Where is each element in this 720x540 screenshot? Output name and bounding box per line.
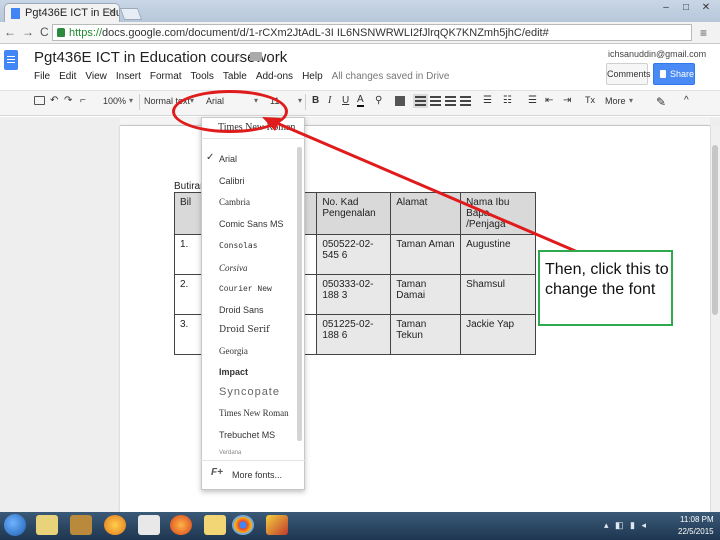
firefox-icon[interactable] [170, 515, 192, 535]
instruction-callout: Then, click this to change the font [538, 250, 673, 326]
notes-app-icon[interactable] [36, 515, 58, 535]
start-button[interactable] [4, 514, 26, 536]
tools-app-icon[interactable] [70, 515, 92, 535]
sticky-notes-icon[interactable] [204, 515, 226, 535]
vlc-app-icon[interactable] [104, 515, 126, 535]
shield-app-icon[interactable] [266, 515, 288, 535]
chrome-icon[interactable] [232, 515, 254, 535]
clock-date[interactable]: 22/5/2015 [678, 527, 714, 536]
clock-time[interactable]: 11:08 PM [680, 515, 714, 524]
system-tray-icons[interactable]: ▴ ◧ ▮ ◂ [604, 520, 648, 531]
paint-app-icon[interactable] [138, 515, 160, 535]
